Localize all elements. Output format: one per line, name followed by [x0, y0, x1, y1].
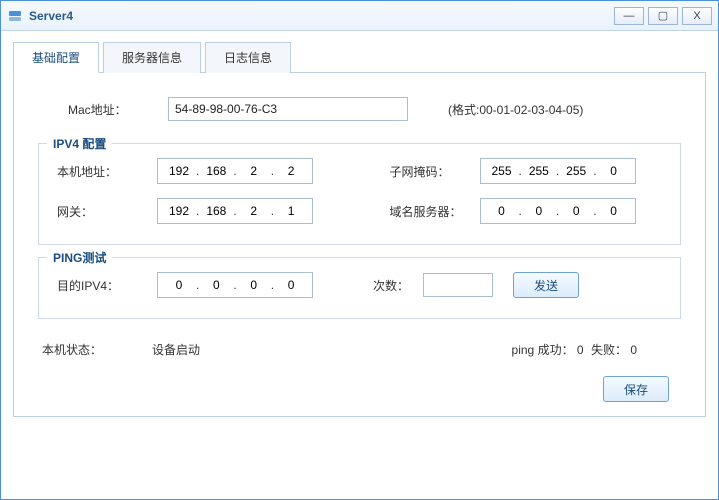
window-controls: — ▢ X [610, 7, 712, 25]
ping-target-input[interactable]: . . . [157, 272, 313, 298]
status-row: 本机状态： 设备启动 ping 成功： 0 失败： 0 [38, 341, 681, 358]
mac-input[interactable] [168, 97, 408, 121]
ip-octet[interactable] [599, 204, 629, 218]
send-button[interactable]: 发送 [513, 272, 579, 298]
tab-server-info[interactable]: 服务器信息 [103, 42, 201, 73]
ip-octet[interactable] [164, 204, 194, 218]
app-window: Server4 — ▢ X 基础配置 服务器信息 日志信息 Mac地址： (格式… [0, 0, 719, 500]
footer: 保存 [38, 376, 681, 402]
ip-octet[interactable] [599, 164, 629, 178]
ping-target-label: 目的IPV4： [57, 277, 157, 294]
ipv4-fieldset: IPV4 配置 本机地址： . . . [38, 143, 681, 245]
client-area: 基础配置 服务器信息 日志信息 Mac地址： (格式:00-01-02-03-0… [1, 31, 718, 499]
dns-label: 域名服务器： [390, 203, 480, 220]
dns-input[interactable]: . . . [480, 198, 636, 224]
tab-log-info[interactable]: 日志信息 [205, 42, 291, 73]
mac-row: Mac地址： (格式:00-01-02-03-04-05) [38, 97, 681, 121]
close-button[interactable]: X [682, 7, 712, 25]
mac-hint: (格式:00-01-02-03-04-05) [448, 101, 583, 118]
subnet-mask-input[interactable]: . . . [480, 158, 636, 184]
ip-octet[interactable] [561, 204, 591, 218]
tabstrip: 基础配置 服务器信息 日志信息 [13, 41, 706, 73]
ip-octet[interactable] [239, 278, 269, 292]
ip-octet[interactable] [276, 278, 306, 292]
ip-octet[interactable] [276, 204, 306, 218]
ip-octet[interactable] [164, 278, 194, 292]
ping-result: ping 成功： 0 失败： 0 [512, 341, 637, 358]
gateway-label: 网关： [57, 203, 157, 220]
window-title: Server4 [29, 9, 610, 23]
tab-basic-config[interactable]: 基础配置 [13, 42, 99, 73]
app-icon [7, 8, 23, 24]
ip-octet[interactable] [487, 164, 517, 178]
titlebar: Server4 — ▢ X [1, 1, 718, 31]
ip-octet[interactable] [164, 164, 194, 178]
ip-octet[interactable] [201, 278, 231, 292]
subnet-mask-label: 子网掩码： [390, 163, 480, 180]
mac-label: Mac地址： [68, 101, 168, 118]
host-addr-label: 本机地址： [57, 163, 157, 180]
ip-octet[interactable] [239, 204, 269, 218]
ip-octet[interactable] [524, 204, 554, 218]
ipv4-legend: IPV4 配置 [47, 135, 112, 152]
gateway-input[interactable]: . . . [157, 198, 313, 224]
ping-legend: PING测试 [47, 249, 112, 266]
ip-octet[interactable] [276, 164, 306, 178]
ping-count-input[interactable] [423, 273, 493, 297]
ip-octet[interactable] [201, 164, 231, 178]
ip-octet[interactable] [524, 164, 554, 178]
host-addr-input[interactable]: . . . [157, 158, 313, 184]
ping-count-label: 次数： [373, 277, 423, 294]
ip-octet[interactable] [561, 164, 591, 178]
minimize-button[interactable]: — [614, 7, 644, 25]
save-button[interactable]: 保存 [603, 376, 669, 402]
ip-octet[interactable] [487, 204, 517, 218]
ping-fieldset: PING测试 目的IPV4： . . . 次数： 发送 [38, 257, 681, 319]
host-status-label: 本机状态： [42, 341, 102, 358]
maximize-button[interactable]: ▢ [648, 7, 678, 25]
tab-panel: Mac地址： (格式:00-01-02-03-04-05) IPV4 配置 本机… [13, 73, 706, 417]
ip-octet[interactable] [201, 204, 231, 218]
ip-octet[interactable] [239, 164, 269, 178]
host-status-value: 设备启动 [152, 341, 200, 358]
